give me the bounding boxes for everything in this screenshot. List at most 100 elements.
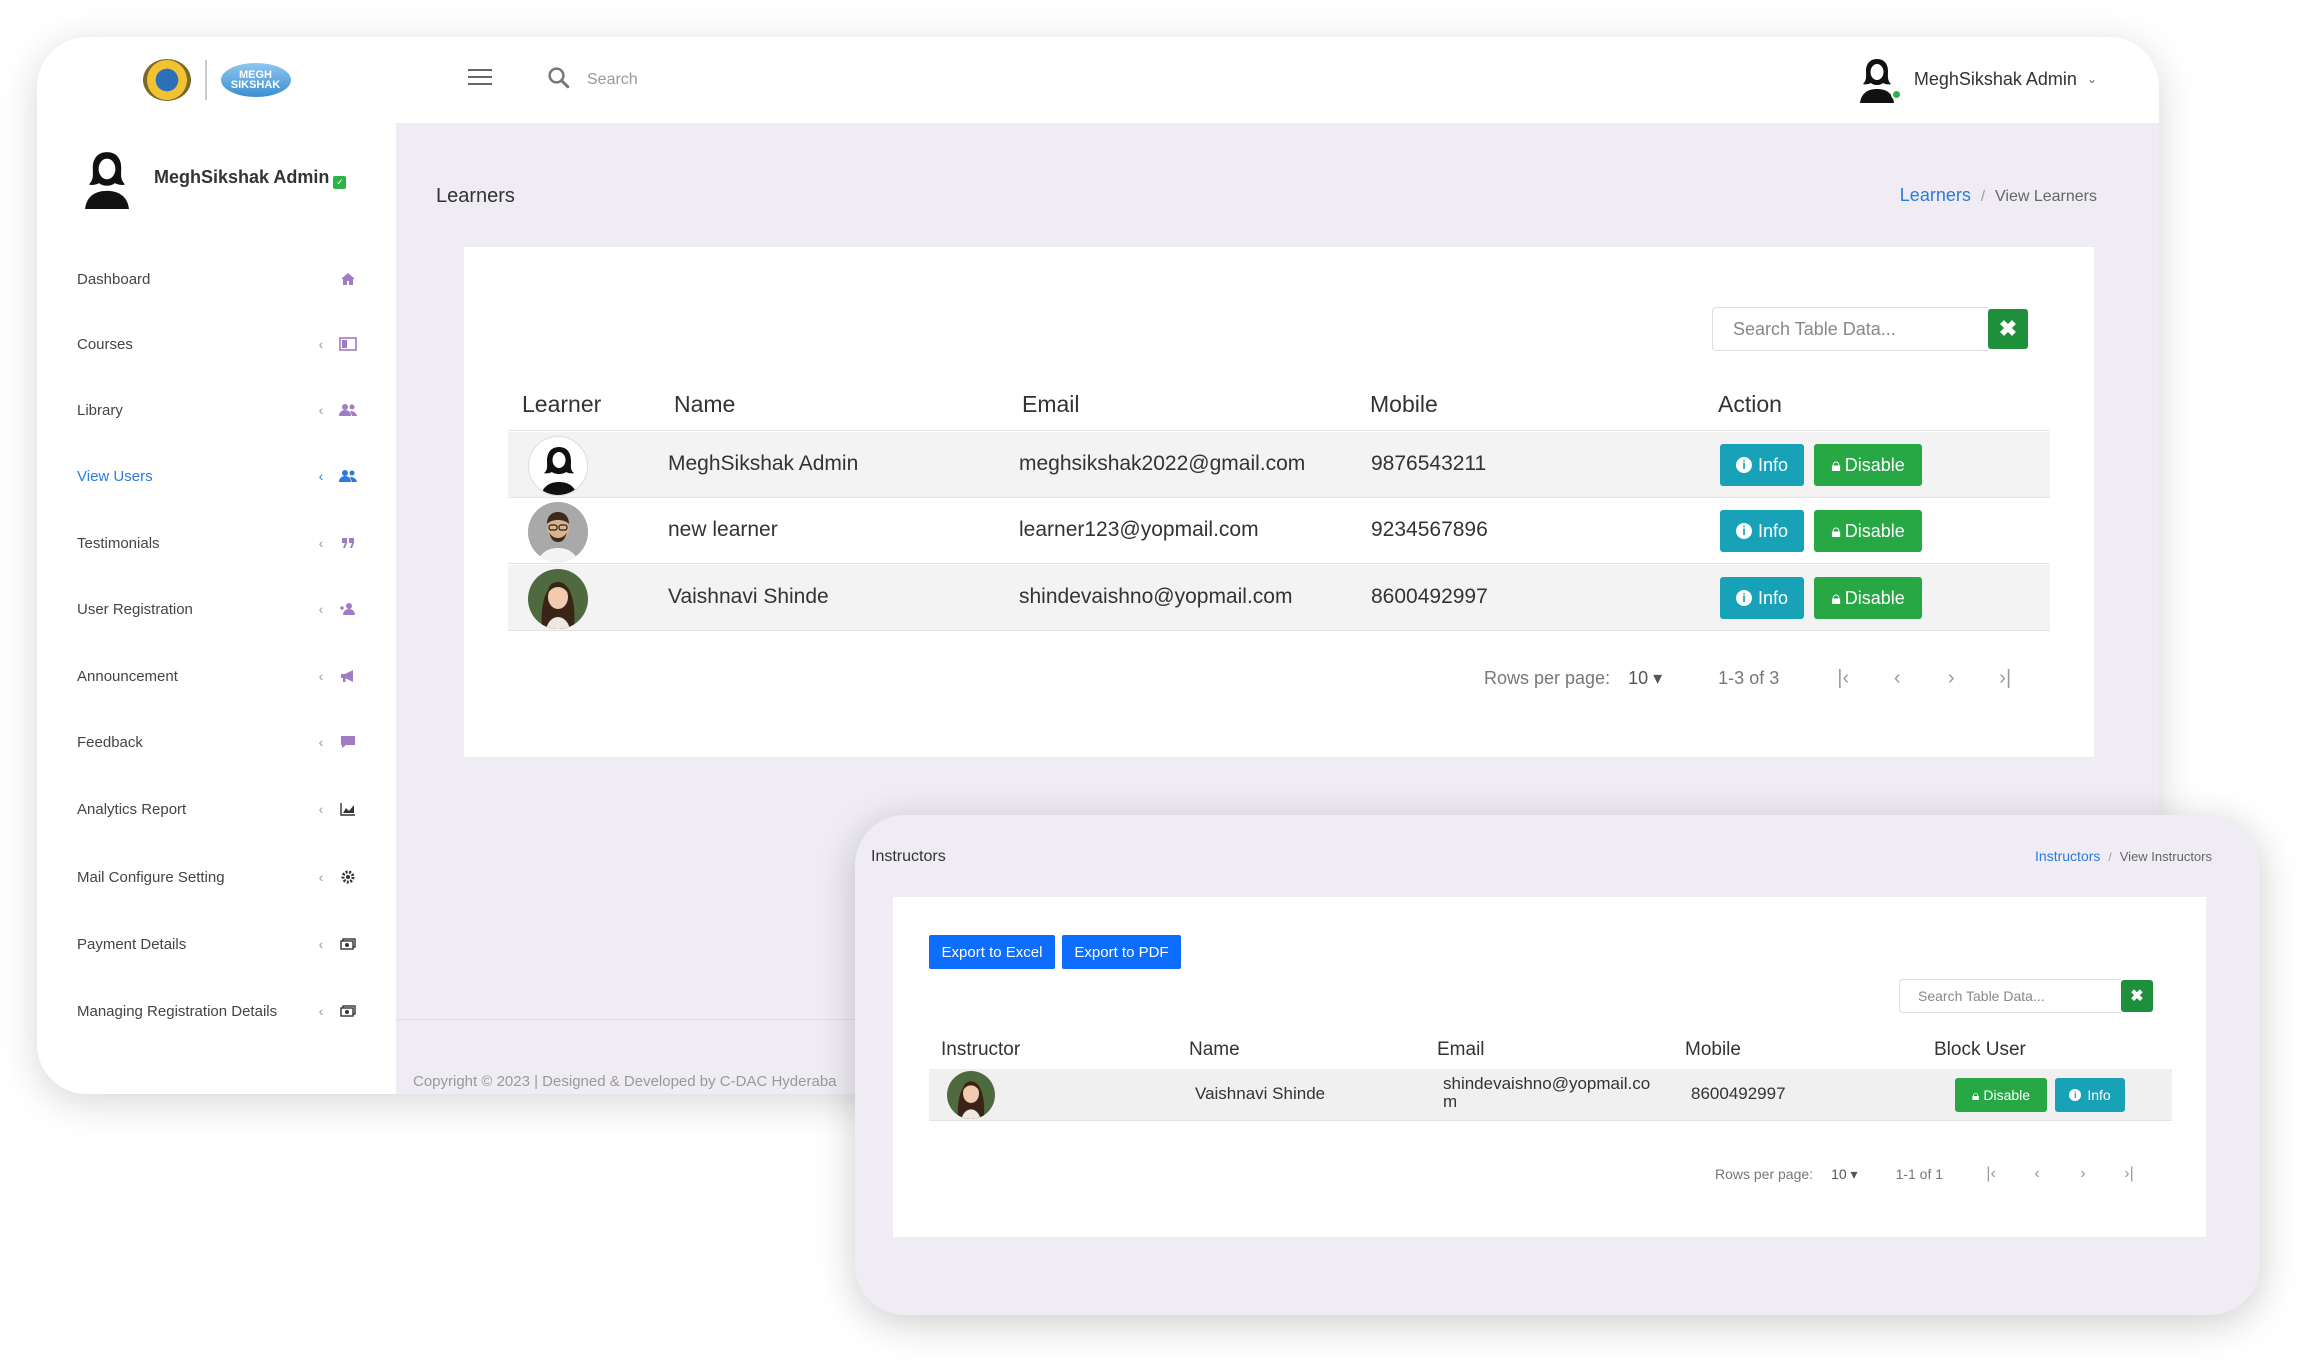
quote-icon [337, 532, 359, 554]
profile-name: MeghSikshak Admin [154, 167, 330, 187]
column-header-mobile: Mobile [1370, 391, 1438, 417]
export-pdf-button[interactable]: Export to PDF [1062, 935, 1181, 969]
chevron-left-icon: ‹ [318, 936, 324, 952]
learner-avatar [528, 502, 588, 562]
sidebar-item-label: Mail Configure Setting [77, 868, 225, 886]
sidebar-item-view-users[interactable]: View Users ‹ [77, 456, 359, 496]
instructor-email: shindevaishno@yopmail.co m [1443, 1074, 1651, 1111]
column-header-name: Name [1189, 1039, 1240, 1060]
first-page-icon[interactable]: |‹ [1979, 1162, 2003, 1186]
chevron-left-icon: ‹ [318, 668, 324, 684]
pagination: Rows per page: 10 ▾ 1-3 of 3 |‹ ‹ › ›| [1484, 663, 2017, 693]
disable-button[interactable]: 🔒︎ Disable [1814, 444, 1922, 486]
last-page-icon[interactable]: ›| [2117, 1162, 2141, 1186]
lock-icon: 🔒︎ [1831, 454, 1841, 475]
megh-sikshak-logo: MEGH SIKSHAK [220, 63, 291, 97]
info-icon: i [1735, 590, 1752, 606]
disable-button[interactable]: 🔒︎ Disable [1955, 1078, 2047, 1112]
instructors-search-input[interactable] [1899, 979, 2121, 1013]
table-row: Vaishnavi Shinde shindevaishno@yopmail.c… [929, 1069, 2172, 1121]
sidebar-item-label: Testimonials [77, 534, 160, 552]
table-row: new learner learner123@yopmail.com 92345… [508, 498, 2050, 564]
table-row: Vaishnavi Shinde shindevaishno@yopmail.c… [508, 565, 2050, 631]
search-icon[interactable] [544, 63, 574, 93]
column-header-instructor: Instructor [941, 1039, 1021, 1060]
clear-search-button[interactable]: ✖ [1988, 309, 2028, 349]
sidebar-item-payment-details[interactable]: Payment Details ‹ [77, 924, 359, 964]
sidebar-item-library[interactable]: Library ‹ [77, 390, 359, 430]
next-page-icon[interactable]: › [1939, 666, 1963, 690]
instructors-table-search: ✖ [1899, 979, 2153, 1013]
chevron-left-icon: ‹ [318, 801, 324, 817]
rows-per-page-select[interactable]: 10 ▾ [1831, 1166, 1858, 1183]
chevron-down-icon[interactable]: ⌄ [2087, 72, 2097, 86]
rows-per-page-value: 10 [1628, 667, 1649, 688]
gear-icon [337, 866, 359, 888]
column-header-learner: Learner [522, 391, 602, 417]
disable-button[interactable]: 🔒︎ Disable [1814, 510, 1922, 552]
user-avatar-icon [541, 447, 577, 495]
top-search-input[interactable] [585, 63, 885, 97]
user-photo-icon [528, 569, 588, 629]
sidebar-item-testimonials[interactable]: Testimonials ‹ [77, 523, 359, 563]
verified-check-icon: ✓ [333, 176, 347, 189]
chevron-left-icon: ‹ [318, 336, 324, 352]
clear-search-button[interactable]: ✖ [2121, 980, 2153, 1012]
info-button[interactable]: i Info [1720, 444, 1804, 486]
users-icon [337, 399, 359, 421]
copyright-text: Copyright © 2023 | Designed & Developed … [413, 1073, 837, 1090]
rows-per-page-select[interactable]: 10 ▾ [1628, 668, 1662, 689]
sidebar-item-mail-configure-setting[interactable]: Mail Configure Setting ‹ [77, 857, 359, 897]
learner-avatar [528, 569, 588, 629]
sidebar-item-announcement[interactable]: Announcement ‹ [77, 656, 359, 696]
last-page-icon[interactable]: ›| [1993, 666, 2017, 690]
sidebar-item-label: Payment Details [77, 935, 187, 953]
page-range: 1-1 of 1 [1895, 1166, 1944, 1182]
sidebar-item-dashboard[interactable]: Dashboard [77, 259, 359, 299]
avatar [1856, 55, 1902, 103]
breadcrumb-link-instructors[interactable]: Instructors [2035, 848, 2100, 864]
info-button[interactable]: i Info [1720, 577, 1804, 619]
caret-down-icon: ▾ [1850, 1165, 1858, 1182]
sidebar-item-analytics-report[interactable]: Analytics Report ‹ [77, 789, 359, 829]
megaphone-icon [337, 665, 359, 687]
disable-button-label: Disable [1844, 587, 1905, 608]
table-search-input[interactable] [1712, 307, 1988, 351]
menu-icon[interactable] [468, 67, 492, 87]
info-button-label: Info [1757, 454, 1789, 475]
learner-name: new learner [668, 518, 778, 541]
column-header-mobile: Mobile [1685, 1039, 1741, 1060]
home-icon [337, 268, 359, 290]
logo-area[interactable]: MEGH SIKSHAK [37, 37, 396, 123]
learner-mobile: 8600492997 [1371, 585, 1488, 608]
table-row: MeghSikshak Admin meghsikshak2022@gmail.… [508, 432, 2050, 498]
learner-email: learner123@yopmail.com [1019, 518, 1259, 541]
first-page-icon[interactable]: |‹ [1831, 666, 1855, 690]
prev-page-icon[interactable]: ‹ [2025, 1162, 2049, 1186]
disable-button[interactable]: 🔒︎ Disable [1814, 577, 1922, 619]
profile-avatar-icon [85, 152, 129, 209]
user-menu[interactable]: MeghSikshak Admin ⌄ [1856, 51, 2097, 107]
info-button-label: Info [1757, 587, 1789, 608]
info-button[interactable]: i Info [2055, 1078, 2125, 1112]
chevron-left-icon: ‹ [318, 468, 324, 484]
chevron-left-icon: ‹ [318, 1003, 324, 1019]
info-button-label: Info [2087, 1087, 2111, 1103]
sidebar-item-user-registration[interactable]: User Registration ‹ [77, 589, 359, 629]
export-excel-button[interactable]: Export to Excel [929, 935, 1055, 969]
instructors-pagination: Rows per page: 10 ▾ 1-1 of 1 |‹ ‹ › ›| [1715, 1159, 2141, 1189]
next-page-icon[interactable]: › [2071, 1162, 2095, 1186]
sidebar-item-feedback[interactable]: Feedback ‹ [77, 722, 359, 762]
prev-page-icon[interactable]: ‹ [1885, 666, 1909, 690]
sidebar-item-courses[interactable]: Courses ‹ [77, 324, 359, 364]
sidebar-item-label: View Users [77, 467, 153, 485]
sidebar-item-managing-registration-details[interactable]: Managing Registration Details ‹ [77, 991, 359, 1031]
breadcrumb-separator: / [1980, 188, 1986, 205]
breadcrumb-link-learners[interactable]: Learners [1900, 185, 1971, 206]
instructors-breadcrumb: Instructors / View Instructors [2035, 848, 2212, 864]
rows-per-page-label: Rows per page: [1715, 1166, 1814, 1182]
info-button[interactable]: i Info [1720, 510, 1804, 552]
sidebar-item-label: Library [77, 401, 123, 419]
disable-button-label: Disable [1983, 1087, 2031, 1103]
instructor-avatar [947, 1071, 995, 1119]
